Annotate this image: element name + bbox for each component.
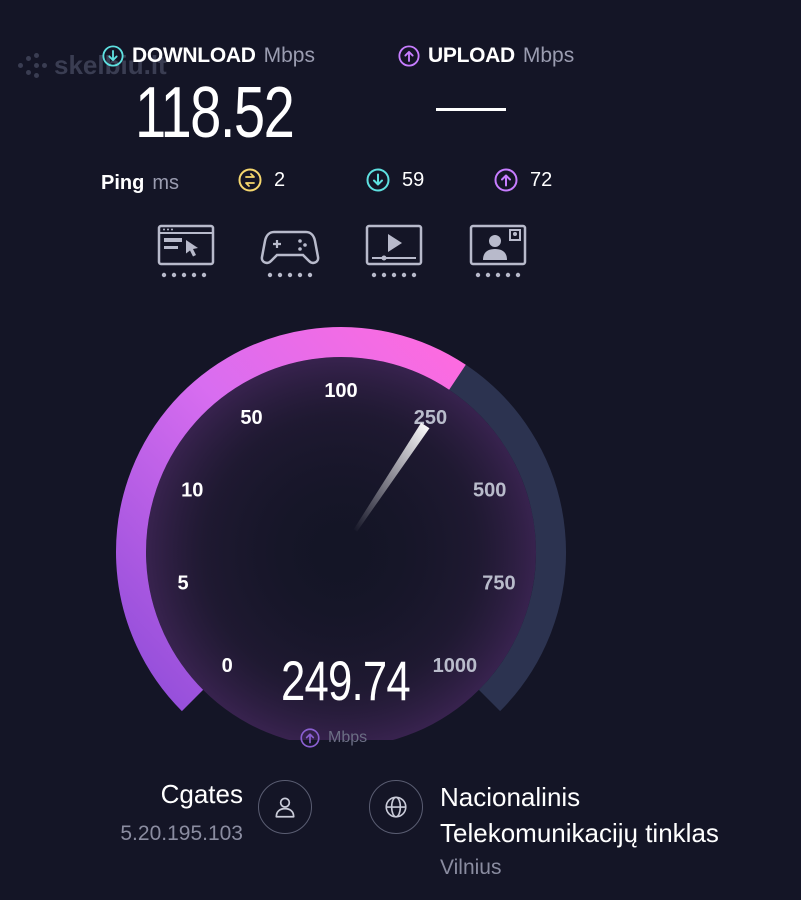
upload-arrow-icon <box>300 728 320 748</box>
ping-idle: 2 <box>238 168 285 192</box>
current-speed-value: 249.74 <box>281 649 411 712</box>
ping-unit: ms <box>152 171 180 194</box>
download-value: 118.52 <box>135 73 295 153</box>
gauge-tick-label: 100 <box>324 380 357 402</box>
provider-name: Cgates <box>160 779 243 809</box>
watermark-dots-icon <box>18 52 48 79</box>
ping-upload-value: 72 <box>530 168 553 191</box>
gauge-tick-label: 1000 <box>433 655 478 677</box>
download-latency-icon <box>366 168 390 192</box>
upload-unit: Mbps <box>522 44 575 67</box>
ping-idle-icon <box>238 168 262 192</box>
download-label: DOWNLOAD <box>132 44 256 67</box>
download-unit: Mbps <box>263 44 315 67</box>
globe-icon <box>385 796 407 818</box>
user-icon <box>275 797 295 818</box>
video-call-icon <box>469 224 527 278</box>
server-location: Vilnius <box>440 856 502 879</box>
app-rating-video-call[interactable] <box>468 224 528 284</box>
gauge-tick-label: 0 <box>222 655 233 677</box>
gauge-tick-label: 250 <box>414 407 447 429</box>
gauge-tick-label: 500 <box>473 479 506 501</box>
current-speed-unit: Mbps <box>328 729 368 746</box>
current-speed-unit-group: Mbps <box>300 728 367 748</box>
video-streaming-icon <box>365 224 423 278</box>
upload-arrow-icon <box>398 45 420 67</box>
upload-header: UPLOAD Mbps <box>398 44 574 68</box>
provider-ip: 5.20.195.103 <box>120 822 243 845</box>
web-browsing-icon <box>157 224 215 278</box>
upload-latency-icon <box>494 168 518 192</box>
server-button[interactable] <box>369 780 423 834</box>
gauge-tick-label: 5 <box>178 572 189 594</box>
download-arrow-icon <box>102 45 124 67</box>
app-rating-video-streaming[interactable] <box>364 224 424 284</box>
ping-download: 59 <box>366 168 424 192</box>
gauge-tick-label: 10 <box>181 479 203 501</box>
ping-label: Ping <box>101 171 145 194</box>
upload-value-placeholder <box>436 108 506 111</box>
ping-label-group: Ping ms <box>101 168 179 198</box>
server-name: Nacionalinis Telekomunikacijų tinklas <box>440 782 719 848</box>
app-rating-web-browsing[interactable] <box>156 224 216 284</box>
gaming-icon <box>260 230 320 278</box>
ping-idle-value: 2 <box>274 168 286 191</box>
download-header: DOWNLOAD Mbps <box>102 44 315 68</box>
ping-download-value: 59 <box>402 168 425 191</box>
provider-button[interactable] <box>258 780 312 834</box>
upload-label: UPLOAD <box>428 44 515 67</box>
app-rating-gaming[interactable] <box>260 224 320 284</box>
gauge-tick-label: 750 <box>482 572 515 594</box>
ping-upload: 72 <box>494 168 552 192</box>
gauge-tick-label: 50 <box>240 407 262 429</box>
